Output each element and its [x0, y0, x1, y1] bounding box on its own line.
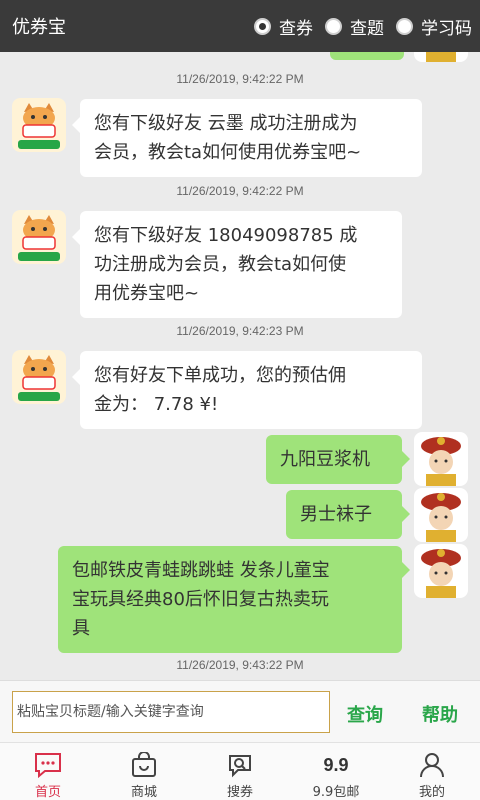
message-timestamp: 11/26/2019, 9:42:22 PM — [176, 184, 304, 198]
nav-label: 首页 — [34, 785, 61, 800]
cat-mascot-icon — [12, 210, 66, 264]
message-line: 您有下级好友 18049098785 成 — [94, 225, 358, 246]
bot-avatar — [12, 210, 66, 264]
message-line: 您有下级好友 云墨 成功注册成为 — [94, 113, 358, 134]
nav-item-mall[interactable]: 商城 — [96, 743, 192, 800]
nine-nine-text: 9.9 — [323, 754, 349, 775]
help-button[interactable]: 帮助 — [422, 701, 458, 727]
sent-message-bubble[interactable]: 包邮铁皮青蛙跳跳蛙 发条儿童宝 宝玩具经典80后怀旧复古热卖玩 具 — [58, 546, 410, 653]
option-label: 查券 — [279, 18, 313, 39]
nav-label: 我的 — [418, 785, 445, 800]
message-line: 具 — [72, 618, 90, 639]
message-line: 九阳豆浆机 — [280, 449, 370, 470]
message-line: 宝玩具经典80后怀旧复古热卖玩 — [72, 589, 329, 610]
radio-unchecked-icon[interactable] — [325, 17, 342, 35]
received-message-bubble[interactable]: 您有下级好友 18049098785 成 功注册成为会员，教会ta如何使 用优券… — [72, 211, 402, 318]
option-label: 查题 — [350, 18, 384, 39]
query-button[interactable]: 查询 — [347, 701, 383, 727]
emperor-avatar-icon — [414, 488, 468, 542]
user-avatar — [414, 432, 468, 486]
option-label: 学习码 — [421, 18, 472, 39]
message-line: 金为： 7.78 ¥! — [94, 394, 219, 415]
nav-label: 搜券 — [226, 785, 253, 800]
option-check-question[interactable]: 查题 — [325, 14, 384, 39]
partial-sent-bubble — [330, 52, 404, 60]
message-line: 会员，教会ta如何使用优券宝吧~ — [94, 142, 362, 163]
top-bar: 优券宝 查券 查题 学习码 — [0, 0, 480, 52]
input-bar: 查询 帮助 — [0, 680, 480, 742]
user-avatar — [414, 544, 468, 598]
chat-area[interactable]: 11/26/2019, 9:42:22 PM 您有下级好友 云墨 成功注册成为 … — [0, 52, 480, 680]
nav-label: 9.9包邮 — [312, 785, 360, 800]
bottom-nav: 首页 商城 搜券 9.9 9.9包邮 我的 — [0, 742, 480, 800]
sent-message-bubble[interactable]: 男士袜子 — [286, 490, 410, 539]
search-input[interactable] — [12, 691, 330, 733]
option-check-coupon[interactable]: 查券 — [254, 14, 313, 39]
radio-unchecked-icon[interactable] — [396, 17, 413, 35]
received-message-bubble[interactable]: 您有好友下单成功，您的预估佣 金为： 7.78 ¥! — [72, 351, 422, 429]
mode-options: 查券 查题 学习码 — [242, 14, 472, 39]
message-timestamp: 11/26/2019, 9:42:22 PM — [176, 72, 304, 86]
nav-item-home[interactable]: 首页 — [0, 743, 96, 800]
user-avatar — [414, 52, 468, 62]
message-line: 男士袜子 — [300, 504, 372, 525]
nav-item-mine[interactable]: 我的 — [384, 743, 480, 800]
sent-message-bubble[interactable]: 九阳豆浆机 — [266, 435, 410, 484]
option-study-code[interactable]: 学习码 — [396, 14, 472, 39]
nav-item-free-shipping[interactable]: 9.9 9.9包邮 — [288, 743, 384, 800]
emperor-avatar-icon — [414, 432, 468, 486]
user-avatar — [414, 488, 468, 542]
nine-nine-icon: 9.9 — [323, 751, 348, 779]
message-line: 用优券宝吧~ — [94, 283, 200, 304]
nav-label: 商城 — [130, 785, 157, 800]
search-chat-icon — [226, 751, 254, 779]
shopping-bag-icon — [131, 751, 157, 779]
emperor-avatar-icon — [414, 52, 468, 62]
cat-mascot-icon — [12, 350, 66, 404]
message-line: 包邮铁皮青蛙跳跳蛙 发条儿童宝 — [72, 560, 330, 581]
emperor-avatar-icon — [414, 544, 468, 598]
received-message-bubble[interactable]: 您有下级好友 云墨 成功注册成为 会员，教会ta如何使用优券宝吧~ — [72, 99, 422, 177]
message-timestamp: 11/26/2019, 9:43:22 PM — [176, 658, 304, 672]
cat-mascot-icon — [12, 98, 66, 152]
user-icon — [419, 751, 445, 779]
home-chat-icon — [34, 751, 62, 779]
nav-item-search-coupon[interactable]: 搜券 — [192, 743, 288, 800]
radio-checked-icon[interactable] — [254, 17, 271, 35]
app-title: 优券宝 — [12, 17, 66, 38]
message-line: 功注册成为会员，教会ta如何使 — [94, 254, 347, 275]
bot-avatar — [12, 98, 66, 152]
bot-avatar — [12, 350, 66, 404]
message-line: 您有好友下单成功，您的预估佣 — [94, 365, 346, 386]
message-timestamp: 11/26/2019, 9:42:23 PM — [176, 324, 304, 338]
